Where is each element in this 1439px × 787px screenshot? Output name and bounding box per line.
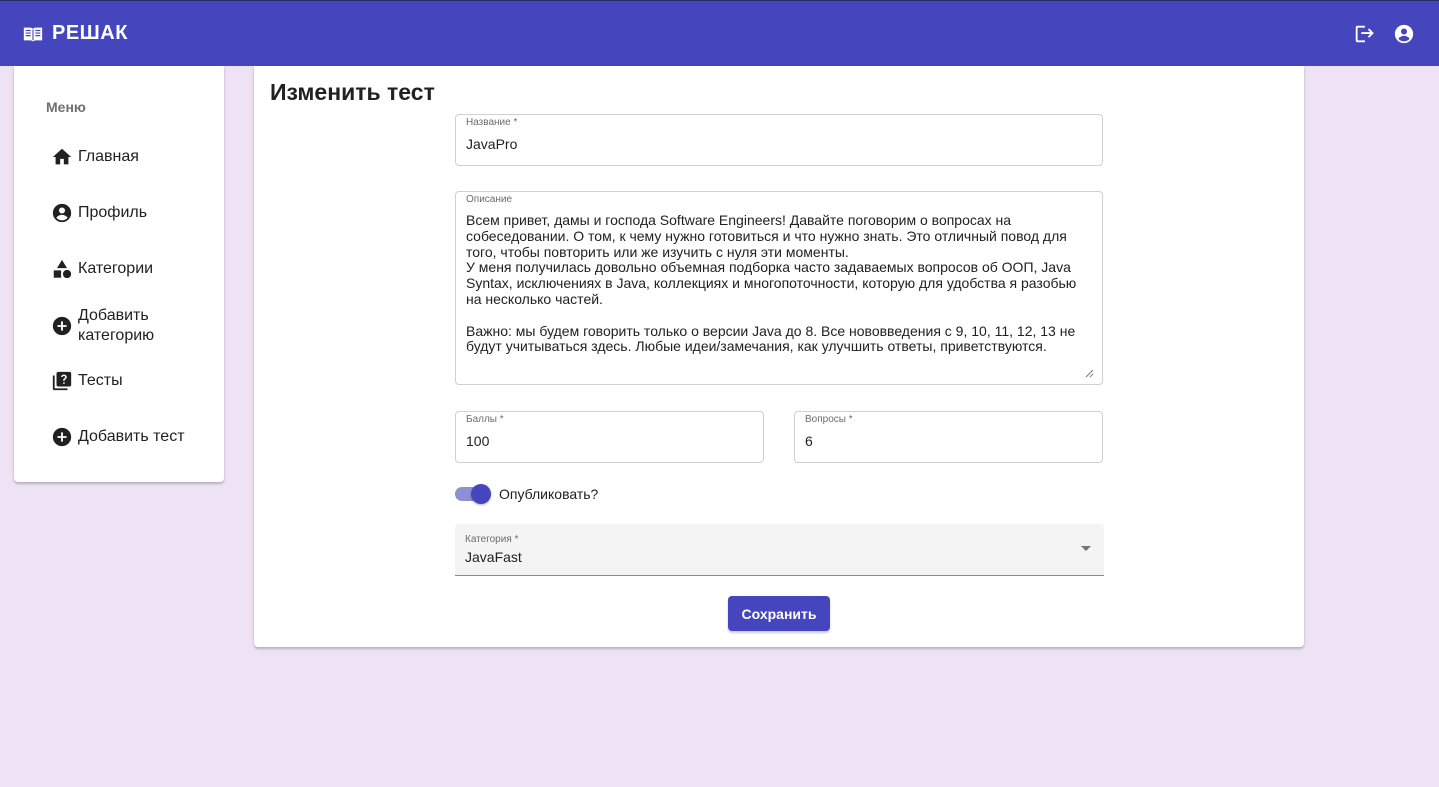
account-circle-icon (51, 202, 73, 224)
sidebar-item-label: Добавить категорию (78, 307, 155, 344)
name-field-label: Название * (466, 117, 518, 128)
sidebar-item-add-category[interactable]: Добавить категорию (14, 306, 224, 346)
add-circle-icon (51, 426, 73, 448)
home-icon (51, 146, 73, 168)
points-field-label: Баллы * (466, 414, 504, 425)
sidebar-item-label: Категории (78, 260, 154, 277)
save-button[interactable]: Сохранить (728, 596, 830, 631)
publish-toggle-track[interactable] (455, 484, 491, 504)
sidebar: Меню Главная Профиль Категории Добавить … (14, 66, 224, 482)
edit-test-card: Изменить тест Название * JavaPro Описани… (254, 66, 1304, 647)
publish-toggle[interactable]: Опубликовать? (455, 484, 599, 504)
sidebar-item-categories[interactable]: Категории (14, 258, 224, 280)
description-field-label: Описание (466, 194, 513, 205)
publish-toggle-thumb[interactable] (471, 484, 491, 504)
category-select-value: JavaFast (465, 549, 522, 565)
app-title: РЕШАК (52, 22, 128, 44)
points-field[interactable]: Баллы * 100 (455, 411, 764, 463)
sidebar-item-profile[interactable]: Профиль (14, 202, 224, 224)
questions-field[interactable]: Вопросы * 6 (794, 411, 1103, 463)
account-circle-icon[interactable] (1393, 23, 1415, 45)
page-title: Изменить тест (270, 79, 435, 105)
logout-icon[interactable] (1353, 23, 1375, 45)
brand[interactable]: РЕШАК (22, 22, 128, 45)
sidebar-item-add-test[interactable]: Добавить тест (14, 426, 224, 448)
description-field[interactable]: Описание Всем привет, дамы и господа Sof… (455, 191, 1103, 385)
resize-handle-icon[interactable] (1085, 365, 1094, 378)
book-open-icon (22, 23, 44, 45)
sidebar-item-label: Тесты (78, 372, 123, 389)
name-field[interactable]: Название * JavaPro (455, 114, 1103, 166)
questions-field-value: 6 (805, 433, 813, 449)
sidebar-item-tests[interactable]: Тесты (14, 370, 224, 392)
name-field-value: JavaPro (466, 136, 518, 152)
description-textarea[interactable]: Всем привет, дамы и господа Software Eng… (466, 213, 1094, 373)
sidebar-item-label: Профиль (78, 204, 148, 221)
sidebar-item-label: Добавить тест (78, 428, 185, 445)
sidebar-item-label: Главная (78, 148, 139, 165)
questions-field-label: Вопросы * (805, 414, 853, 425)
app-bar: РЕШАК (0, 0, 1439, 66)
category-icon (51, 258, 73, 280)
dropdown-arrow-icon (1081, 546, 1091, 551)
add-circle-icon (51, 315, 73, 337)
category-select-label: Категория * (465, 534, 519, 545)
category-select[interactable]: Категория * JavaFast (455, 524, 1104, 576)
publish-toggle-label: Опубликовать? (499, 486, 599, 502)
sidebar-item-home[interactable]: Главная (14, 146, 224, 168)
quiz-icon (51, 370, 73, 392)
menu-header: Меню (46, 99, 86, 115)
points-field-value: 100 (466, 433, 490, 449)
